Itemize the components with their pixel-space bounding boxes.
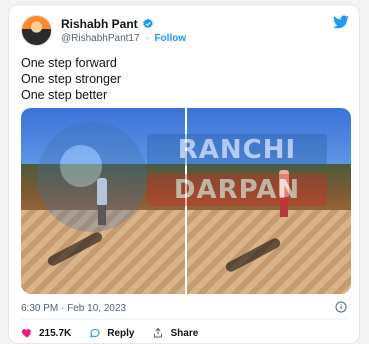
verified-badge-icon [142,18,153,29]
twitter-bird-icon[interactable] [333,15,349,29]
tweet-line: One step stronger [21,72,122,86]
tweet-card: Rishabh Pant @RishabhPant17 · Follow One… [8,4,360,344]
follow-button[interactable]: Follow [154,33,186,44]
tweet-text: One step forward One step stronger One s… [21,55,121,103]
tweet-actions: 215.7K Reply Share [21,327,198,339]
tweet-timestamp[interactable]: 6:30 PM · Feb 10, 2023 [21,303,126,314]
user-name[interactable]: Rishabh Pant [61,17,138,31]
heart-icon [21,329,31,338]
photo-right[interactable] [187,108,351,294]
share-icon [154,327,163,338]
person-legs [280,197,288,217]
like-count: 215.7K [39,327,72,339]
tweet-line: One step forward [21,56,117,70]
divider [21,319,347,320]
reply-icon [90,328,100,339]
separator-dot: · [145,33,149,44]
user-handle[interactable]: @RishabhPant17 [61,33,140,44]
person-figure [97,178,107,206]
share-button[interactable]: Share [152,327,198,339]
media-grid [21,108,351,294]
person-figure [279,170,289,198]
photo-left[interactable] [21,108,185,294]
handle-row: @RishabhPant17 · Follow [61,33,186,44]
reply-label: Reply [107,327,135,339]
avatar[interactable] [21,15,52,46]
reply-button[interactable]: Reply [89,327,134,339]
tweet-line: One step better [21,88,108,102]
user-name-row: Rishabh Pant [61,17,154,31]
share-label: Share [170,327,199,339]
person-legs [98,205,106,225]
info-icon[interactable] [335,301,347,313]
like-button[interactable]: 215.7K [21,327,71,339]
photo-ground [187,210,351,294]
